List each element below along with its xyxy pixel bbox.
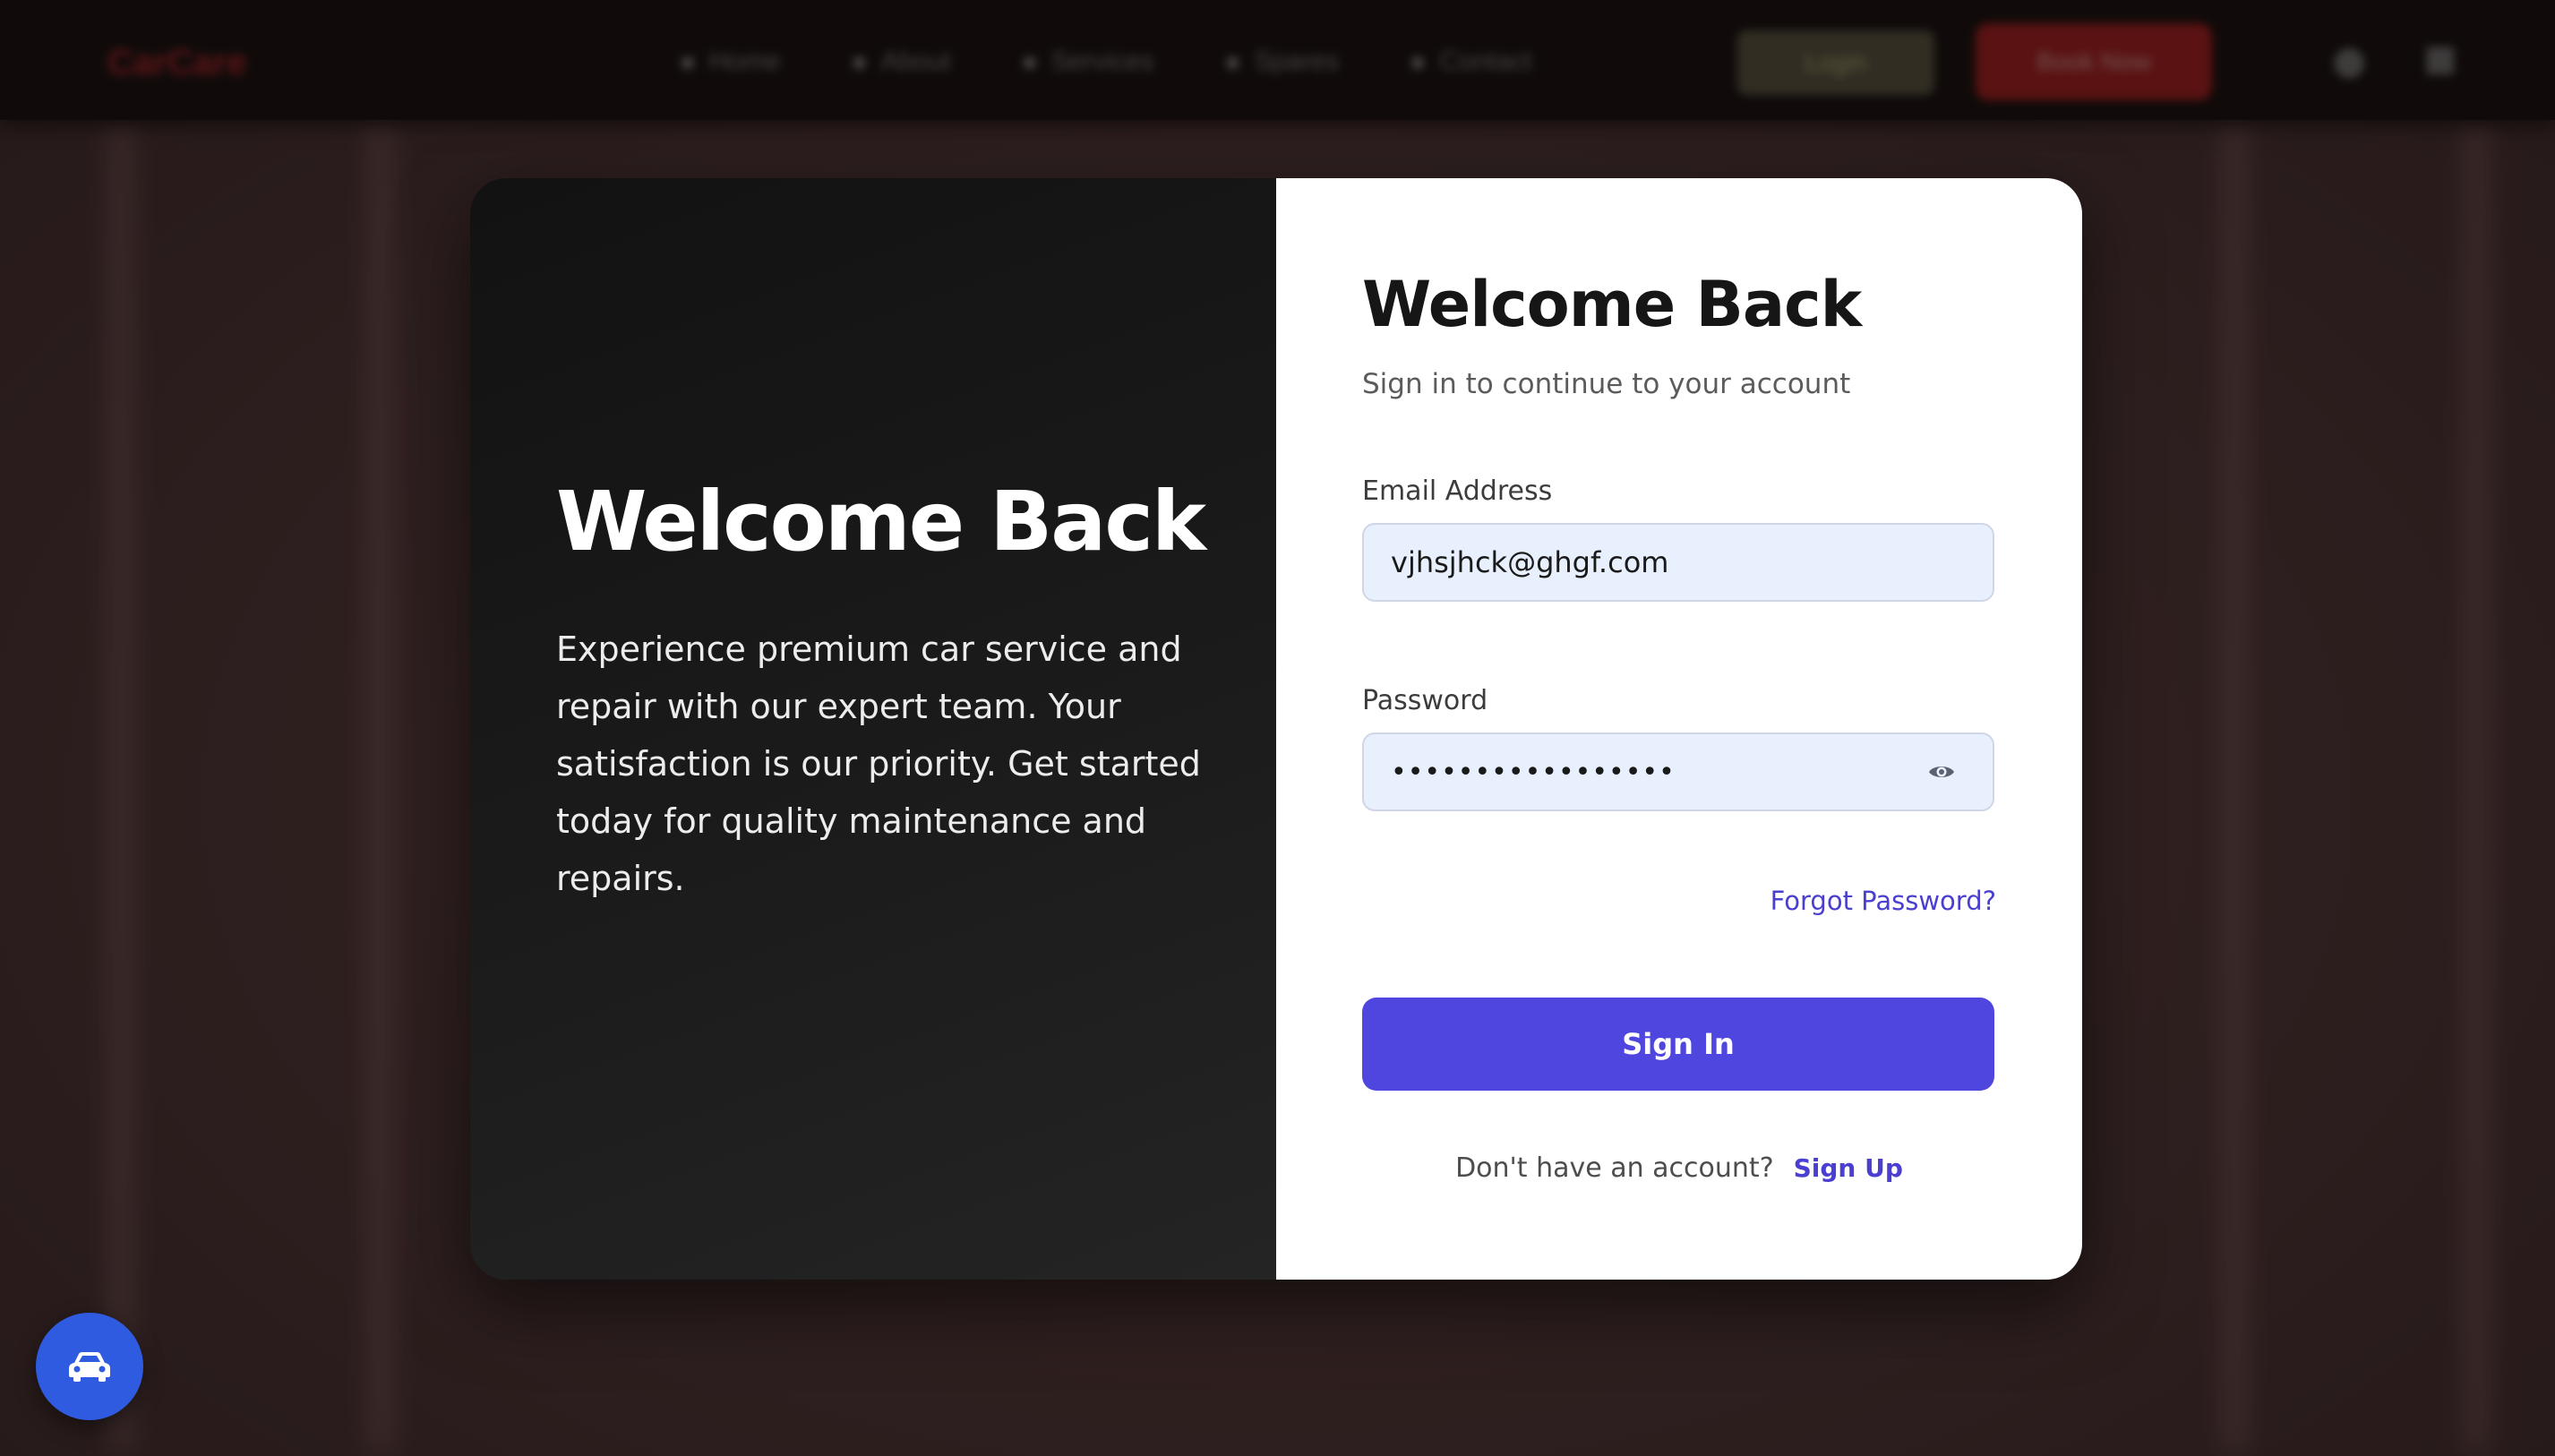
sign-up-link[interactable]: Sign Up [1794, 1153, 1903, 1183]
password-label: Password [1362, 685, 1488, 716]
welcome-panel: Welcome Back Experience premium car serv… [470, 178, 1276, 1280]
welcome-title: Welcome Back [556, 474, 1206, 570]
email-field-wrapper [1362, 523, 1994, 602]
password-value: ••••••••••••••••• [1391, 756, 1676, 788]
welcome-description: Experience premium car service and repai… [556, 630, 1201, 898]
login-page: CarCare Home About Services Spares Conta… [0, 0, 2555, 1456]
forgot-password-link[interactable]: Forgot Password? [1770, 886, 1996, 916]
login-modal: Welcome Back Experience premium car serv… [470, 178, 2082, 1280]
car-icon [69, 1352, 110, 1382]
sign-in-button[interactable]: Sign In [1362, 998, 1994, 1091]
no-account-text: Don't have an account? [1455, 1152, 1774, 1184]
email-label: Email Address [1362, 475, 1553, 507]
email-field[interactable] [1364, 525, 1993, 600]
car-service-fab[interactable] [36, 1313, 143, 1420]
password-field[interactable]: ••••••••••••••••• [1362, 732, 1994, 811]
eye-icon[interactable] [1928, 762, 1955, 782]
form-subtitle: Sign in to continue to your account [1362, 368, 1851, 400]
login-form-panel: Welcome Back Sign in to continue to your… [1276, 178, 2082, 1280]
form-title: Welcome Back [1362, 268, 1862, 341]
signup-prompt: Don't have an account? Sign Up [1276, 1152, 2082, 1184]
